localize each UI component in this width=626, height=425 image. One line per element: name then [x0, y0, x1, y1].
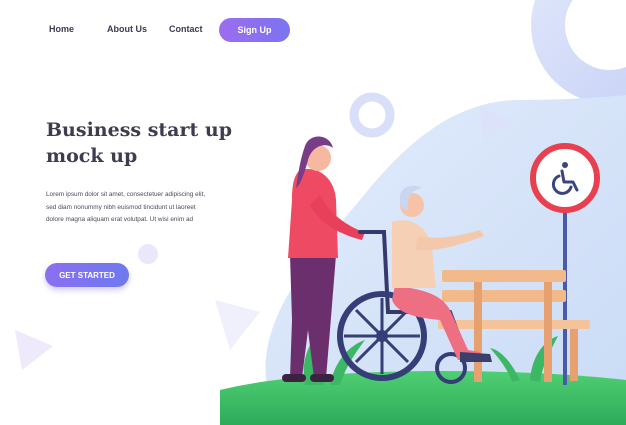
nav-home-link[interactable]: Home: [49, 24, 74, 34]
bench-seat: [438, 320, 590, 329]
nav-contact-link[interactable]: Contact: [169, 24, 203, 34]
bench-back-top: [442, 270, 566, 282]
nav-about-link[interactable]: About Us: [107, 24, 147, 34]
bench-leg-3: [570, 329, 578, 381]
decor-triangle-mid: [215, 300, 260, 350]
bench-leg-1: [474, 282, 482, 382]
hero-title-line1: Business start up: [46, 119, 232, 141]
wheelchair-sign-icon: [548, 160, 582, 196]
hero-title: Business start up mock up: [46, 117, 276, 169]
hero-description-line3: dolore magna aliquam erat volutpat. Ut w…: [46, 216, 194, 223]
signup-button[interactable]: Sign Up: [219, 18, 290, 42]
woman-shoe-2: [310, 374, 334, 382]
get-started-button[interactable]: GET STARTED: [45, 263, 129, 287]
decor-dot: [138, 244, 158, 264]
bench-leg-2: [544, 282, 552, 382]
decor-triangle-left: [15, 330, 53, 370]
hero-description-line1: Lorem ipsum dolor sit amet, consectetuer…: [46, 191, 206, 198]
decor-ring-small: [349, 92, 395, 138]
hero-title-line2: mock up: [46, 145, 138, 167]
woman-shoe-1: [282, 374, 306, 382]
hero-description: Lorem ipsum dolor sit amet, consectetuer…: [46, 189, 231, 227]
hero-description-line2: sed diam nonummy nibh euismod tincidunt …: [46, 203, 196, 211]
decor-ring-top: [531, 0, 626, 104]
landing-page: Home About Us Contact Sign Up Business s…: [0, 0, 626, 425]
top-nav: Home About Us Contact Sign Up: [0, 18, 300, 42]
